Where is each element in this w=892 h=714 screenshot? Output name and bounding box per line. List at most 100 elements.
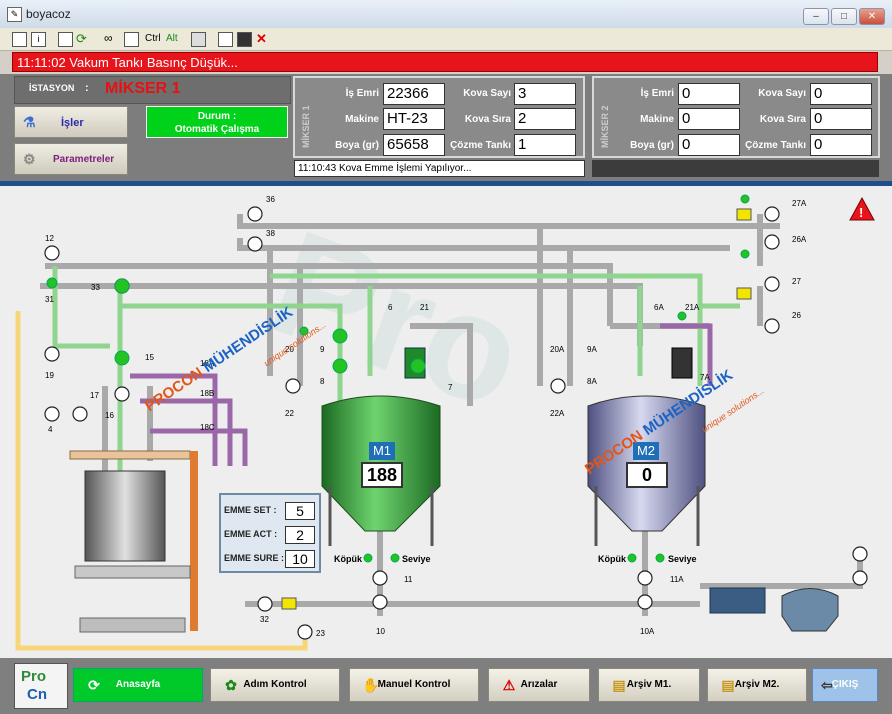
hand-icon: ✋ — [362, 677, 380, 693]
pump-group — [709, 587, 839, 632]
mikser1-makine-label: Makine — [345, 114, 379, 125]
svg-text:17: 17 — [90, 391, 99, 400]
gears-icon: ⚙ — [23, 151, 36, 167]
svg-text:16: 16 — [105, 411, 114, 420]
close-button[interactable]: ✕ — [859, 8, 885, 25]
arsiv2-label: Arşiv M2. — [734, 679, 780, 690]
link-icon[interactable]: ∞ — [104, 32, 117, 45]
mikser1-kova-sayi-label: Kova Sayı — [463, 88, 511, 99]
info-icon[interactable]: i — [31, 32, 46, 47]
tree-icon[interactable] — [218, 32, 233, 47]
walker-icon: ✿ — [225, 677, 237, 693]
svg-text:33: 33 — [91, 283, 100, 292]
app-icon: ✎ — [7, 7, 22, 22]
svg-text:22A: 22A — [550, 409, 565, 418]
svg-text:9A: 9A — [587, 345, 597, 354]
delete-icon[interactable]: ✕ — [256, 32, 269, 45]
properties-icon[interactable] — [12, 32, 27, 47]
isler-button[interactable]: ⚗ İşler — [14, 106, 128, 138]
svg-text:23: 23 — [316, 629, 325, 638]
mikser1-boya-field: 65658 — [383, 134, 445, 156]
mikser2-kova-sira-label: Kova Sıra — [759, 114, 806, 125]
station-separator: : — [85, 82, 89, 94]
svg-text:11: 11 — [404, 575, 413, 584]
svg-text:27: 27 — [792, 277, 801, 286]
mikser2-message — [592, 160, 879, 177]
refresh-icon[interactable]: ⟳ — [76, 32, 89, 45]
piping-svg: Pro 3638 1231 3319 1517 164 18A18B 18C20… — [15, 194, 875, 651]
svg-text:19: 19 — [45, 371, 54, 380]
mikser1-vertical-label: MİKSER 1 — [301, 105, 311, 148]
manuel-kontrol-button[interactable]: ✋ Manuel Kontrol — [349, 668, 479, 702]
isler-label: İşler — [61, 117, 84, 129]
svg-text:18C: 18C — [200, 423, 215, 432]
toolbar: i ⟳ ∞ Ctrl Alt ✕ — [0, 28, 892, 51]
emme-box: EMME SET : 5 EMME ACT : 2 EMME SURE : 10 — [219, 493, 321, 573]
mikser2-cozme-label: Çözme Tankı — [745, 140, 806, 151]
mikser1-makine-field: HT-23 — [383, 108, 445, 130]
svg-text:21A: 21A — [685, 303, 700, 312]
svg-text:38: 38 — [266, 229, 275, 238]
svg-text:9: 9 — [320, 345, 325, 354]
status-value: Otomatik Çalışma — [174, 124, 260, 135]
arsiv1-label: Arşiv M1. — [626, 679, 672, 690]
exit-door-icon: ⇦ — [821, 677, 833, 693]
maximize-button[interactable]: □ — [831, 8, 857, 25]
process-diagram: Pro 36 38 12 31 33 19 15 17 16 4 18A 18B… — [0, 186, 892, 658]
station-label: İSTASYON — [29, 83, 75, 93]
svg-text:15: 15 — [145, 353, 154, 362]
adim-kontrol-button[interactable]: ✿ Adım Kontrol — [210, 668, 340, 702]
anasayfa-label: Anasayfa — [115, 679, 161, 690]
mikser1-is-emri-label: İş Emri — [345, 88, 379, 99]
mikser2-panel: MİKSER 2 İş Emri 0 Makine 0 Boya (gr) 0 … — [592, 76, 880, 158]
svg-text:11A: 11A — [670, 575, 684, 584]
mikser1-kova-sira-label: Kova Sıra — [464, 114, 511, 125]
cikis-button[interactable]: ⇦ ÇIKIŞ — [812, 668, 878, 702]
m1-kopuk-label: Köpük — [334, 554, 362, 564]
svg-text:20A: 20A — [550, 345, 565, 354]
station-name: MİKSER 1 — [105, 80, 181, 97]
mikser1-panel: MİKSER 1 İş Emri 22366 Makine HT-23 Boya… — [293, 76, 585, 158]
copy-icon[interactable] — [191, 32, 206, 47]
svg-text:7: 7 — [448, 383, 453, 392]
mikser2-boya-label: Boya (gr) — [630, 140, 674, 151]
home-refresh-icon: ⟳ — [88, 677, 100, 693]
svg-text:!: ! — [859, 205, 863, 220]
mikser2-cozme-field: 0 — [810, 134, 872, 156]
m2-value: 0 — [626, 462, 668, 488]
procon-logo: Pro Cn — [14, 663, 68, 709]
svg-text:8: 8 — [320, 377, 325, 386]
pages-icon[interactable] — [124, 32, 139, 47]
svg-text:6A: 6A — [654, 303, 664, 312]
station-box: İSTASYON : MİKSER 1 — [14, 76, 291, 104]
archive-icon: ▤ — [721, 677, 735, 693]
ctrl-key-label[interactable]: Ctrl — [145, 31, 161, 47]
arsiv-m1-button[interactable]: ▤ Arşiv M1. — [598, 668, 700, 702]
title-bar: ✎ boyacoz – □ ✕ — [0, 0, 892, 29]
alarm-message: 11:11:02 Vakum Tankı Basınç Düşük... — [12, 52, 878, 72]
parametreler-label: Parametreler — [53, 154, 115, 165]
arsiv-m2-button[interactable]: ▤ Arşiv M2. — [707, 668, 807, 702]
arizalar-label: Arızalar — [520, 679, 558, 690]
mikser2-kova-sayi-label: Kova Sayı — [758, 88, 806, 99]
archive-icon: ▤ — [612, 677, 626, 693]
window-title: boyacoz — [26, 7, 71, 21]
svg-text:32: 32 — [260, 615, 269, 624]
svg-text:10: 10 — [376, 627, 385, 636]
m2-kopuk-label: Köpük — [598, 554, 626, 564]
emme-act-label: EMME ACT : — [224, 529, 278, 539]
cikis-label: ÇIKIŞ — [831, 679, 859, 690]
m1-label: M1 — [369, 442, 395, 460]
mikser1-boya-label: Boya (gr) — [335, 140, 379, 151]
anasayfa-button[interactable]: ⟳ Anasayfa — [73, 668, 203, 702]
minimize-button[interactable]: – — [803, 8, 829, 25]
warning-triangle-icon: ⚠ — [502, 677, 516, 693]
mikser2-is-emri-label: İş Emri — [640, 88, 674, 99]
mikser2-makine-label: Makine — [640, 114, 674, 125]
arizalar-button[interactable]: ⚠ Arızalar — [488, 668, 590, 702]
svg-text:27A: 27A — [792, 199, 807, 208]
parametreler-button[interactable]: ⚙ Parametreler — [14, 143, 128, 175]
target-icon[interactable] — [58, 32, 73, 47]
save-icon[interactable] — [237, 32, 252, 47]
alt-key-label[interactable]: Alt — [166, 31, 178, 47]
